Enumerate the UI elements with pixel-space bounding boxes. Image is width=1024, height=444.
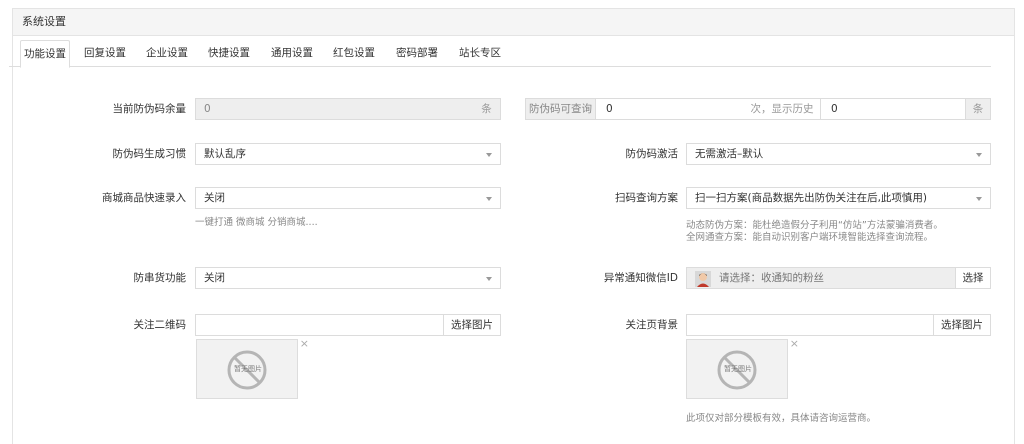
scan-plan-label: 扫码查询方案	[615, 192, 678, 204]
scan-plan-select[interactable]: 扫一扫方案(商品数据先出防伪关注在后,此项慎用)	[686, 187, 991, 209]
remain-label: 当前防伪码余量	[112, 103, 187, 115]
tab-quick-settings[interactable]: 快捷设置	[204, 40, 254, 67]
follow-bg-hint: 此项仅对部分模板有效，具体请咨询运营商。	[686, 413, 877, 424]
quick-entry-select[interactable]: 关闭	[195, 187, 501, 209]
wechat-notify-placeholder: 请选择：收通知的粉丝	[719, 272, 824, 284]
wechat-notify-input[interactable]: 请选择：收通知的粉丝 选择	[686, 267, 991, 289]
queryable-value[interactable]: 0	[606, 99, 613, 119]
avatar-icon	[695, 271, 711, 287]
queryable-unit: 条	[965, 99, 990, 119]
queryable-prefix: 防伪码可查询	[526, 99, 596, 119]
close-icon[interactable]: ×	[300, 337, 309, 350]
settings-tabs: 功能设置 回复设置 企业设置 快捷设置 通用设置 红包设置 密码部署 站长专区	[9, 40, 991, 68]
remain-unit: 条	[473, 98, 501, 120]
habit-value: 默认乱序	[204, 148, 246, 160]
follow-bg-no-image-text: 暂无图片	[724, 365, 752, 373]
tab-general-settings[interactable]: 通用设置	[267, 40, 317, 67]
qrcode-label: 关注二维码	[133, 319, 187, 331]
quick-entry-label: 商城商品快速录入	[102, 192, 186, 204]
chevron-down-icon	[486, 277, 492, 281]
chevron-down-icon	[976, 153, 982, 157]
quick-entry-value: 关闭	[204, 192, 225, 204]
quick-entry-hint: 一键打通 微商城 分销商城....	[195, 217, 318, 228]
activate-value: 无需激活–默认	[695, 148, 764, 160]
habit-select[interactable]: 默认乱序	[195, 143, 501, 165]
habit-label: 防伪码生成习惯	[112, 148, 187, 160]
wechat-notify-label: 异常通知微信ID	[603, 272, 678, 284]
activate-label: 防伪码激活	[625, 148, 679, 160]
history-value[interactable]: 0	[820, 99, 966, 119]
chevron-down-icon	[486, 197, 492, 201]
queryable-middle: 次，显示历史	[750, 103, 814, 115]
qrcode-thumbnail: 暂无图片 ×	[196, 337, 309, 399]
follow-bg-thumbnail: 暂无图片 ×	[686, 337, 799, 399]
tab-password-deploy[interactable]: 密码部署	[392, 40, 442, 67]
qrcode-no-image-text: 暂无图片	[234, 365, 262, 373]
remain-input: 0 条	[195, 98, 501, 120]
follow-bg-input[interactable]: 选择图片	[686, 314, 991, 336]
tab-webmaster[interactable]: 站长专区	[455, 40, 505, 67]
close-icon[interactable]: ×	[790, 337, 799, 350]
tab-reply-settings[interactable]: 回复设置	[80, 40, 130, 67]
anti-dump-label: 防串货功能	[133, 272, 187, 284]
qrcode-select-image-button[interactable]: 选择图片	[443, 314, 501, 336]
follow-bg-select-image-button[interactable]: 选择图片	[933, 314, 991, 336]
scan-plan-hint-dynamic: 动态防伪方案：能杜绝造假分子利用“仿站”方法蒙骗消费者。	[686, 220, 943, 231]
chevron-down-icon	[976, 197, 982, 201]
tab-function-settings[interactable]: 功能设置	[20, 40, 70, 68]
activate-select[interactable]: 无需激活–默认	[686, 143, 991, 165]
chevron-down-icon	[486, 153, 492, 157]
qrcode-input[interactable]: 选择图片	[195, 314, 501, 336]
tab-company-settings[interactable]: 企业设置	[142, 40, 192, 67]
select-fan-button[interactable]: 选择	[955, 267, 991, 289]
panel-title: 系统设置	[13, 9, 1014, 36]
scan-plan-value: 扫一扫方案(商品数据先出防伪关注在后,此项慎用)	[695, 192, 928, 204]
scan-plan-hint-network: 全网通查方案：能自动识别客户端环境智能选择查询流程。	[686, 232, 934, 243]
follow-bg-label: 关注页背景	[625, 319, 679, 331]
anti-dump-select[interactable]: 关闭	[195, 267, 501, 289]
queryable-input-group: 防伪码可查询 0 次，显示历史 0 条	[525, 98, 991, 120]
anti-dump-value: 关闭	[204, 272, 225, 284]
tab-redpacket-settings[interactable]: 红包设置	[329, 40, 379, 67]
remain-value: 0	[204, 103, 211, 115]
